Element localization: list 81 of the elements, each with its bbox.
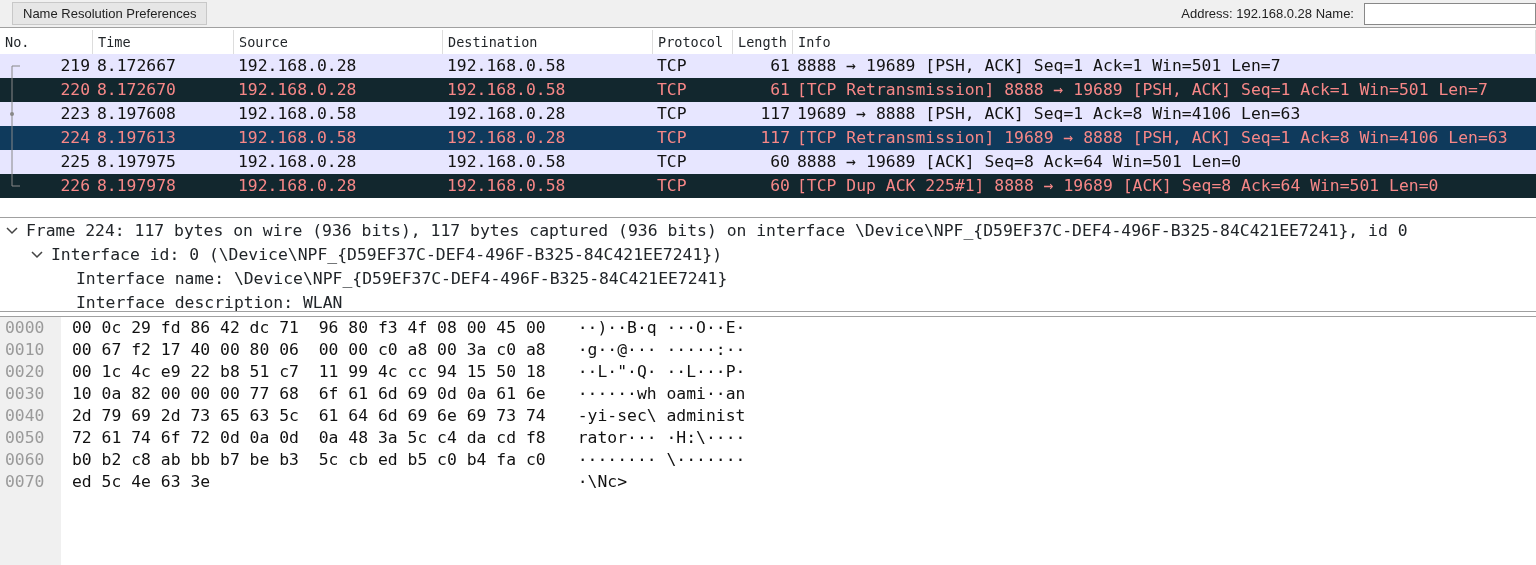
ascii-bytes: ··L·"·Q· ··L···P·: [577, 361, 746, 383]
table-cell-text: 223: [59, 102, 91, 125]
hex-bytes: 2d 79 69 2d 73 65 63 5c 61 64 6d 69 6e 69 73 74: [72, 405, 546, 427]
table-cell-text: 8888 → 19689 [PSH, ACK] Seq=1 Ack=1 Win=501 Len=7: [796, 54, 1282, 77]
hex-bytes: b0 b2 c8 ab bb b7 be b3 5c cb ed b5 c0 b4 fa c0: [72, 449, 546, 471]
ascii-bytes: ·\Nc>: [577, 471, 628, 493]
table-cell-text: 192.168.0.28: [446, 102, 567, 125]
expanded-chevron-icon[interactable]: [6, 225, 18, 237]
packet-row[interactable]: 224 8.197613 192.168.0.58 192.168.0.28 TCP 117 [TCP Retransmission] 19689 → 8888 [PSH, ACK] Seq=1 Ack=8 Win=4106 Len=63: [0, 126, 1536, 150]
table-cell-text: 61: [769, 78, 791, 101]
byte-offset: 0030: [5, 383, 46, 405]
table-cell-text: 192.168.0.58: [237, 126, 358, 149]
byte-offset: 0060: [5, 449, 46, 471]
packet-row[interactable]: 225 8.197975 192.168.0.28 192.168.0.58 TCP 60 8888 → 19689 [ACK] Seq=8 Ack=64 Win=501 Len=0: [0, 150, 1536, 174]
detail-line[interactable]: Interface description: WLAN: [76, 290, 343, 311]
table-cell-text: 8.172670: [96, 78, 177, 101]
ascii-bytes: rator··· ·H:\····: [577, 427, 746, 449]
table-cell-text: TCP: [656, 150, 688, 173]
table-cell-text: 117: [759, 126, 791, 149]
table-cell-text: 19689 → 8888 [PSH, ACK] Seq=1 Ack=8 Win=4106 Len=63: [796, 102, 1302, 125]
table-cell-text: [TCP Retransmission] 8888 → 19689 [PSH, ACK] Seq=1 Ack=1 Win=501 Len=7: [796, 78, 1489, 101]
table-cell-text: 219: [59, 54, 91, 77]
table-cell-text: [TCP Dup ACK 225#1] 8888 → 19689 [ACK] Seq=8 Ack=64 Win=501 Len=0: [796, 174, 1440, 197]
table-cell-text: 192.168.0.58: [446, 174, 567, 197]
byte-offset: 0070: [5, 471, 46, 493]
table-cell-text: TCP: [656, 126, 688, 149]
hex-bytes: 10 0a 82 00 00 00 77 68 6f 61 6d 69 0d 0a 61 6e: [72, 383, 546, 405]
byte-offset: 0000: [5, 317, 46, 339]
byte-offset: 0040: [5, 405, 46, 427]
table-cell-text: 8.197608: [96, 102, 177, 125]
table-cell-text: 61: [769, 54, 791, 77]
hex-bytes: 00 67 f2 17 40 00 80 06 00 00 c0 a8 00 3a c0 a8: [72, 339, 546, 361]
table-cell-text: TCP: [656, 102, 688, 125]
table-cell-text: 225: [59, 150, 91, 173]
table-cell-text: 226: [59, 174, 91, 197]
ascii-bytes: ······wh oami··an: [577, 383, 746, 405]
table-cell-text: 192.168.0.28: [446, 126, 567, 149]
table-cell-text: 8.172667: [96, 54, 177, 77]
table-cell-text: 192.168.0.58: [237, 102, 358, 125]
table-cell-text: 192.168.0.28: [237, 54, 358, 77]
table-cell-text: TCP: [656, 174, 688, 197]
hex-bytes: 72 61 74 6f 72 0d 0a 0d 0a 48 3a 5c c4 da cd f8: [72, 427, 546, 449]
byte-offset: 0050: [5, 427, 46, 449]
table-cell-text: 224: [59, 126, 91, 149]
table-cell-text: 192.168.0.28: [237, 150, 358, 173]
hex-bytes: ed 5c 4e 63 3e: [72, 471, 212, 493]
table-cell-text: 60: [769, 150, 791, 173]
ascii-bytes: -yi-sec\ administ: [577, 405, 746, 427]
table-cell-text: 8888 → 19689 [ACK] Seq=8 Ack=64 Win=501 Len=0: [796, 150, 1243, 173]
table-cell-text: 220: [59, 78, 91, 101]
table-cell-text: TCP: [656, 78, 688, 101]
packet-row[interactable]: 223 8.197608 192.168.0.58 192.168.0.28 TCP 117 19689 → 8888 [PSH, ACK] Seq=1 Ack=8 Win=4106 Len=63: [0, 102, 1536, 126]
table-cell-text: [TCP Retransmission] 19689 → 8888 [PSH, ACK] Seq=1 Ack=8 Win=4106 Len=63: [796, 126, 1509, 149]
name-field[interactable]: [1364, 2, 1536, 25]
detail-line[interactable]: Interface name: \Device\NPF_{D59EF37C-DEF4-496F-B325-84C421EE7241}: [76, 266, 728, 292]
table-cell-text: 192.168.0.58: [446, 78, 567, 101]
table-cell-text: 8.197978: [96, 174, 177, 197]
packet-row[interactable]: 219 8.172667 192.168.0.28 192.168.0.58 TCP 61 8888 → 19689 [PSH, ACK] Seq=1 Ack=1 Win=501 Len=7: [0, 54, 1536, 78]
detail-line[interactable]: Frame 224: 117 bytes on wire (936 bits), 117 bytes captured (936 bits) on interface \Device\NPF_{D59EF37C-DEF4-496F-B325-84C421EE7241}, id 0: [26, 218, 1408, 244]
expanded-chevron-icon[interactable]: [31, 249, 43, 261]
table-cell-text: 117: [759, 102, 791, 125]
ascii-bytes: ··)··B·q ···O··E·: [577, 317, 746, 339]
packet-row[interactable]: 226 8.197978 192.168.0.28 192.168.0.58 TCP 60 [TCP Dup ACK 225#1] 8888 → 19689 [ACK] Seq=8 Ack=64 Win=501 Len=0: [0, 174, 1536, 198]
table-cell-text: 8.197613: [96, 126, 177, 149]
address-label: Address: 192.168.0.28 Name:: [1181, 4, 1354, 23]
table-cell-text: 192.168.0.58: [446, 150, 567, 173]
hex-bytes: 00 0c 29 fd 86 42 dc 71 96 80 f3 4f 08 00 45 00: [72, 317, 546, 339]
table-cell-text: 192.168.0.28: [237, 78, 358, 101]
byte-offset: 0020: [5, 361, 46, 383]
table-cell-text: 192.168.0.58: [446, 54, 567, 77]
table-cell-text: 192.168.0.28: [237, 174, 358, 197]
hex-bytes: 00 1c 4c e9 22 b8 51 c7 11 99 4c cc 94 15 50 18: [72, 361, 546, 383]
ascii-bytes: ·g··@··· ·····:··: [577, 339, 746, 361]
detail-line[interactable]: Interface id: 0 (\Device\NPF_{D59EF37C-DEF4-496F-B325-84C421EE7241}): [51, 242, 723, 268]
ascii-bytes: ········ \·······: [577, 449, 746, 471]
table-cell-text: 60: [769, 174, 791, 197]
packet-row[interactable]: 220 8.172670 192.168.0.28 192.168.0.58 TCP 61 [TCP Retransmission] 8888 → 19689 [PSH, ACK] Seq=1 Ack=1 Win=501 Len=7: [0, 78, 1536, 102]
table-cell-text: TCP: [656, 54, 688, 77]
byte-offset: 0010: [5, 339, 46, 361]
table-cell-text: 8.197975: [96, 150, 177, 173]
preferences-button[interactable]: Name Resolution Preferences: [12, 1, 208, 26]
